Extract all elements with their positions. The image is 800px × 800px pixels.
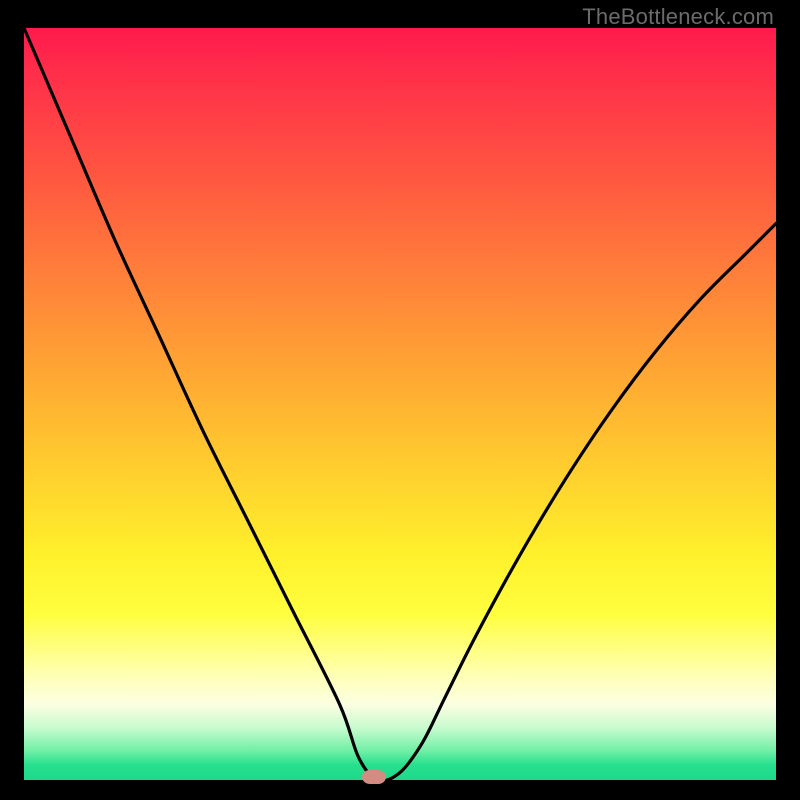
watermark-text: TheBottleneck.com (582, 4, 774, 30)
bottleneck-curve (24, 28, 776, 780)
optimum-marker (362, 770, 386, 784)
chart-frame (24, 28, 776, 780)
